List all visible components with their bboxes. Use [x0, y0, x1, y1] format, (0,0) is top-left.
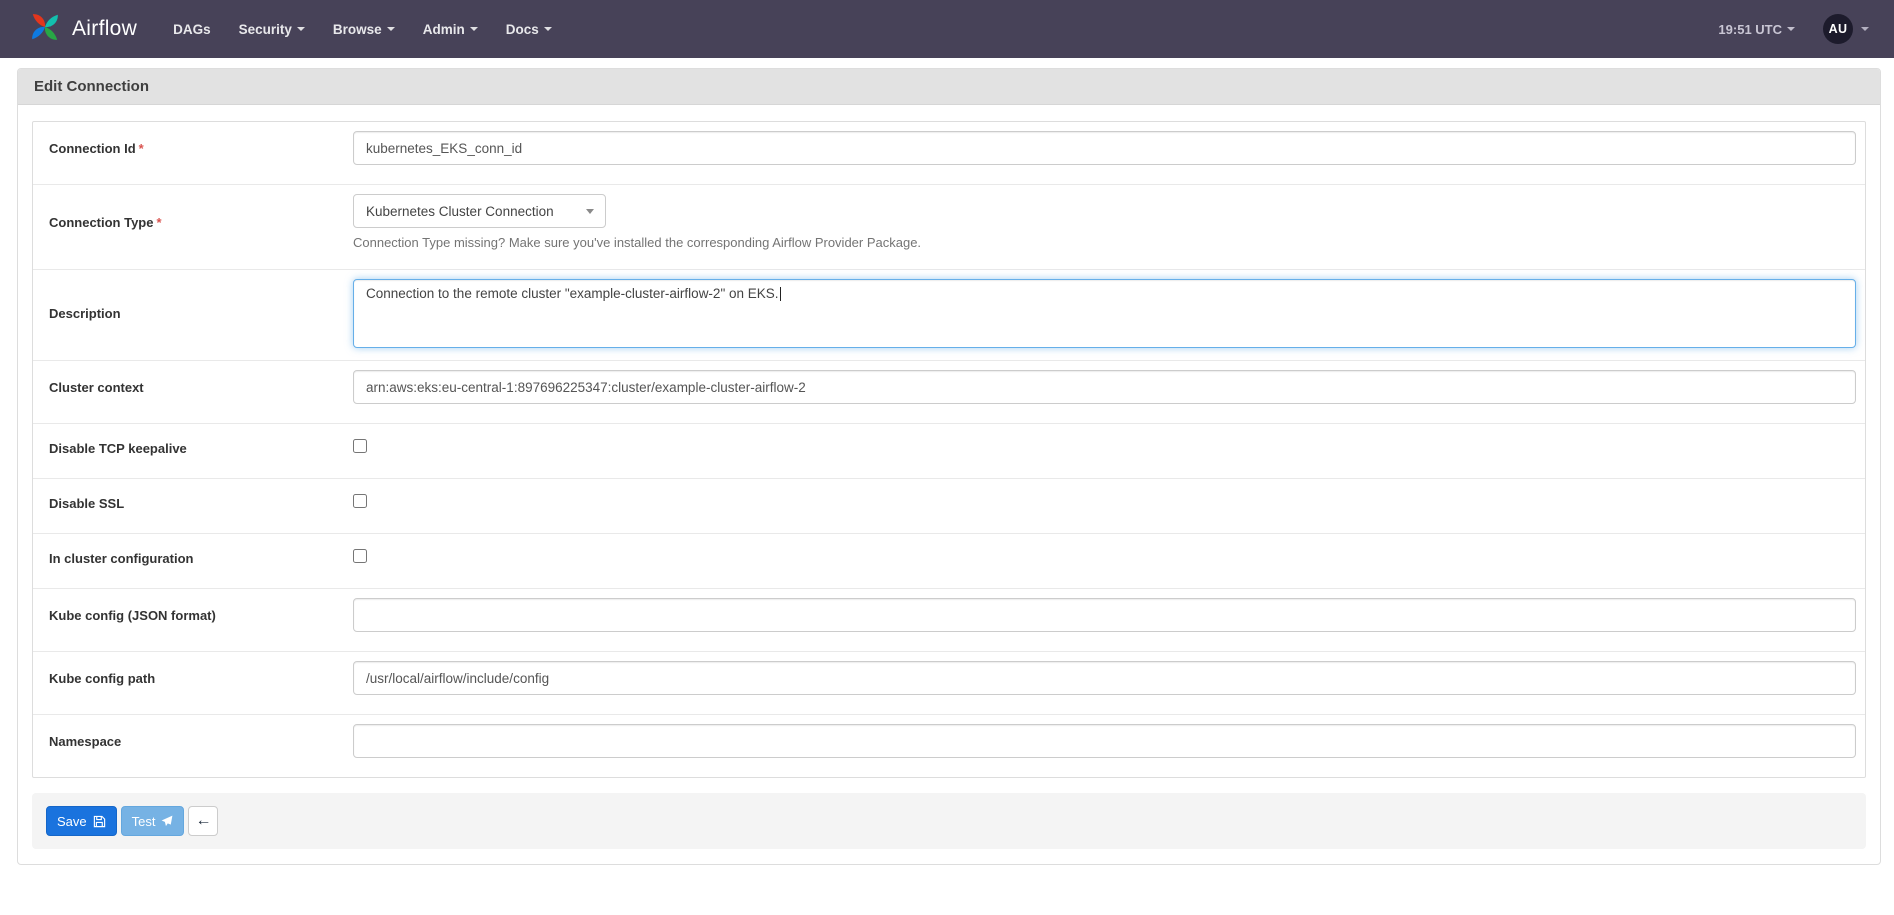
caret-down-icon: [1787, 27, 1795, 31]
back-button[interactable]: ←: [188, 806, 218, 836]
required-asterisk: *: [156, 215, 161, 230]
nav-item-docs[interactable]: Docs: [492, 22, 566, 37]
form-row-connection-type: Connection Type* Kubernetes Cluster Conn…: [33, 184, 1865, 269]
label-connection-type: Connection Type*: [33, 215, 353, 230]
label-cluster-context: Cluster context: [33, 380, 353, 395]
form-row-kube-config-path: Kube config path: [33, 651, 1865, 714]
form-row-namespace: Namespace: [33, 714, 1865, 777]
in-cluster-configuration-checkbox[interactable]: [353, 549, 367, 563]
paper-plane-icon: [161, 815, 173, 827]
kube-config-path-input[interactable]: [353, 661, 1856, 695]
chevron-down-icon: [586, 209, 594, 214]
nav-item-dags[interactable]: DAGs: [159, 22, 225, 37]
nav-item-security[interactable]: Security: [225, 22, 319, 37]
panel-body: Connection Id* Connection Type* Kubernet…: [18, 105, 1880, 864]
connection-form: Connection Id* Connection Type* Kubernet…: [32, 121, 1866, 778]
back-arrow-icon: ←: [195, 812, 211, 830]
airflow-brand[interactable]: Airflow: [27, 9, 137, 50]
form-row-description: Description Connection to the remote clu…: [33, 269, 1865, 360]
brand-label: Airflow: [72, 17, 137, 41]
selected-connection-type: Kubernetes Cluster Connection: [366, 204, 554, 219]
airflow-pinwheel-logo-icon: [27, 9, 63, 50]
avatar-initials: AU: [1829, 22, 1848, 36]
label-in-cluster-configuration: In cluster configuration: [33, 551, 353, 566]
caret-down-icon: [470, 27, 478, 31]
kube-config-json-input[interactable]: [353, 598, 1856, 632]
form-row-kube-config-json: Kube config (JSON format): [33, 588, 1865, 651]
label-kube-config-path: Kube config path: [33, 671, 353, 686]
caret-down-icon: [544, 27, 552, 31]
disable-ssl-checkbox[interactable]: [353, 494, 367, 508]
description-textarea[interactable]: Connection to the remote cluster "exampl…: [353, 279, 1856, 348]
required-asterisk: *: [139, 141, 144, 156]
test-button[interactable]: Test: [121, 806, 185, 836]
form-row-connection-id: Connection Id*: [33, 122, 1865, 184]
utc-clock-dropdown[interactable]: 19:51 UTC: [1718, 22, 1795, 37]
user-avatar: AU: [1823, 14, 1853, 44]
clock-label: 19:51 UTC: [1718, 22, 1782, 37]
page-title: Edit Connection: [18, 69, 1880, 105]
save-button[interactable]: Save: [46, 806, 117, 836]
nav-item-admin[interactable]: Admin: [409, 22, 492, 37]
cluster-context-input[interactable]: [353, 370, 1856, 404]
main-menu: DAGs Security Browse Admin Docs: [159, 22, 566, 37]
label-disable-tcp-keepalive: Disable TCP keepalive: [33, 441, 353, 456]
form-row-disable-ssl: Disable SSL: [33, 478, 1865, 533]
caret-down-icon: [297, 27, 305, 31]
edit-connection-panel: Edit Connection Connection Id* Connectio…: [17, 68, 1881, 865]
connection-id-input[interactable]: [353, 131, 1856, 165]
disable-tcp-keepalive-checkbox[interactable]: [353, 439, 367, 453]
form-row-disable-tcp-keepalive: Disable TCP keepalive: [33, 423, 1865, 478]
floppy-disk-icon: [93, 815, 106, 828]
user-menu[interactable]: AU: [1823, 14, 1869, 44]
text-cursor: [780, 287, 781, 301]
nav-item-browse[interactable]: Browse: [319, 22, 409, 37]
navbar-right: 19:51 UTC AU: [1718, 14, 1869, 44]
navbar: Airflow DAGs Security Browse Admin Docs …: [0, 0, 1894, 58]
label-connection-id: Connection Id*: [33, 141, 353, 156]
namespace-input[interactable]: [353, 724, 1856, 758]
connection-type-select[interactable]: Kubernetes Cluster Connection: [353, 194, 606, 228]
form-row-in-cluster-configuration: In cluster configuration: [33, 533, 1865, 588]
caret-down-icon: [387, 27, 395, 31]
description-text: Connection to the remote cluster "exampl…: [366, 286, 779, 301]
label-disable-ssl: Disable SSL: [33, 496, 353, 511]
connection-type-help-text: Connection Type missing? Make sure you'v…: [353, 235, 1856, 250]
form-row-cluster-context: Cluster context: [33, 360, 1865, 423]
caret-down-icon: [1861, 27, 1869, 31]
label-kube-config-json: Kube config (JSON format): [33, 608, 353, 623]
label-namespace: Namespace: [33, 734, 353, 749]
form-footer-bar: Save Test ←: [32, 793, 1866, 849]
label-description: Description: [33, 306, 353, 321]
